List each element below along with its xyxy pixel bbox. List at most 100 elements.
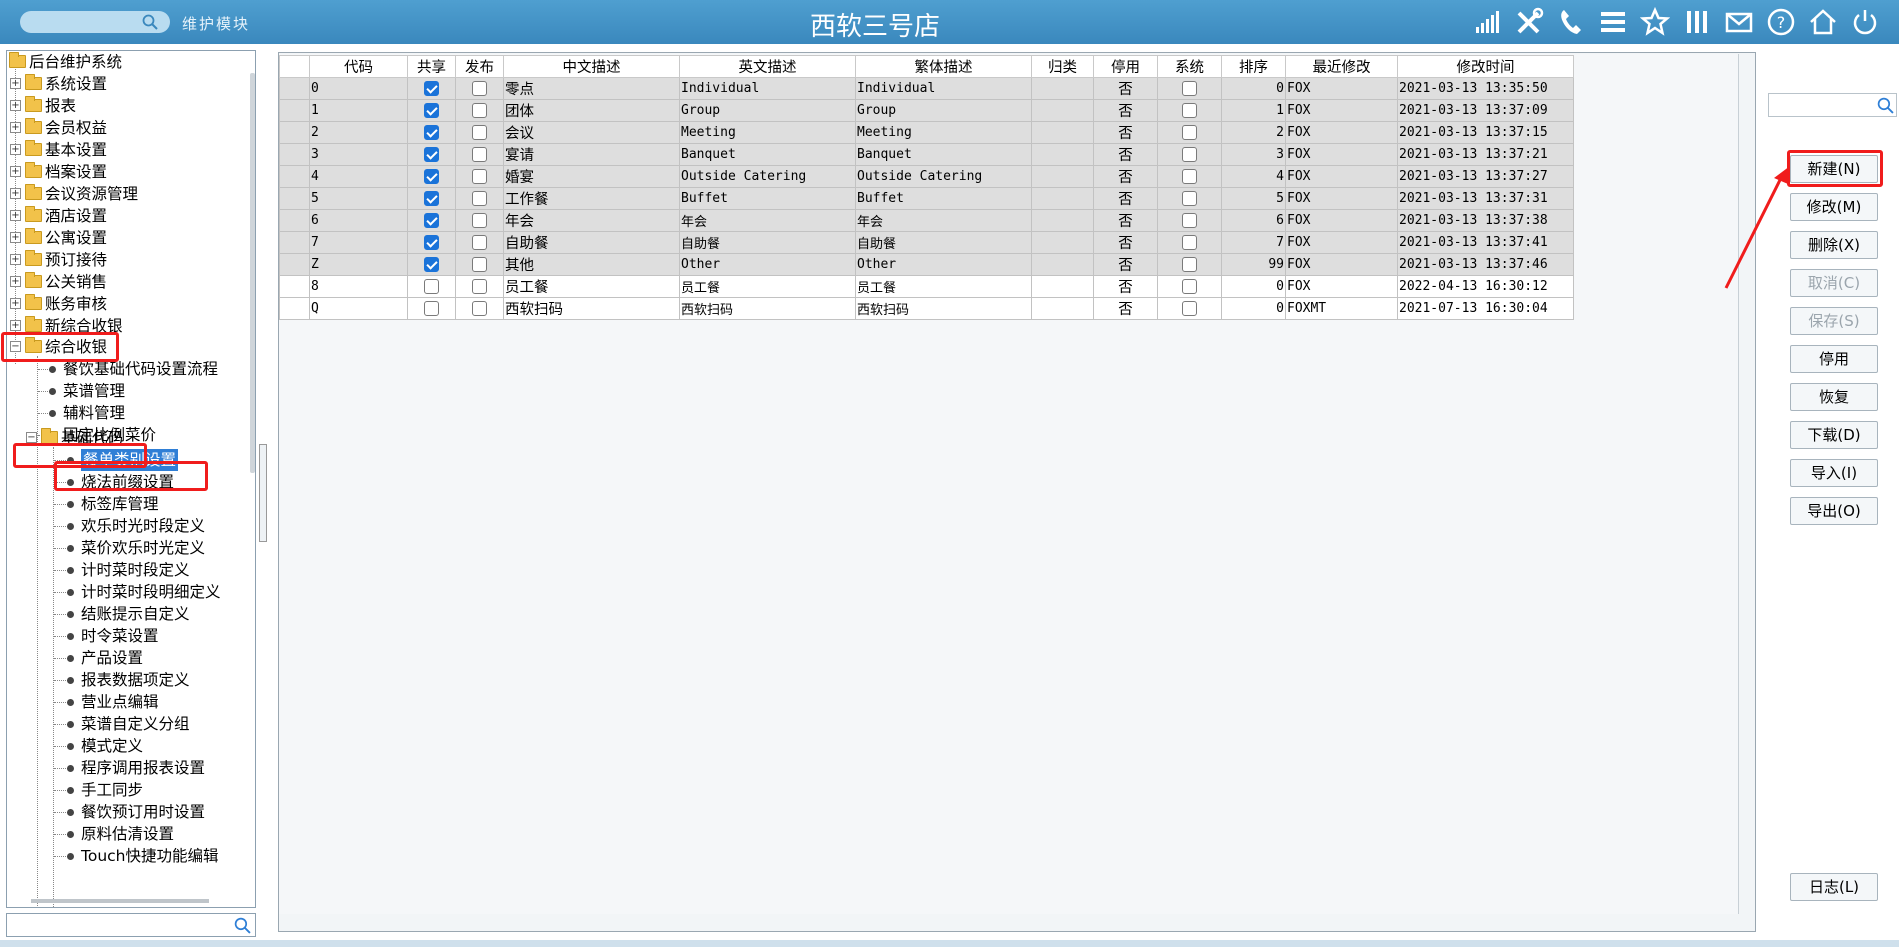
log-button[interactable]: 日志(L) [1790, 873, 1878, 901]
tree-item[interactable]: + 会员权益 [7, 117, 247, 139]
expand-icon[interactable]: + [10, 122, 21, 133]
table-row[interactable]: 6 年会 年会 年会否 6 FOX 2021-03-13 13:37:38 [279, 209, 1574, 232]
column-header[interactable]: 排序 [1221, 55, 1286, 78]
share-checkbox[interactable] [424, 81, 439, 96]
row-selector[interactable] [279, 143, 310, 166]
system-checkbox[interactable] [1182, 213, 1197, 228]
search-icon[interactable] [234, 917, 251, 934]
share-checkbox[interactable] [424, 191, 439, 206]
share-checkbox[interactable] [424, 103, 439, 118]
share-checkbox[interactable] [424, 125, 439, 140]
save-button[interactable]: 保存(S) [1790, 307, 1878, 335]
column-header[interactable]: 归类 [1031, 55, 1094, 78]
star-icon[interactable] [1637, 6, 1673, 38]
publish-checkbox[interactable] [472, 279, 487, 294]
table-row[interactable]: 4 婚宴 Outside Catering Outside Catering 否 4 FOX… [279, 165, 1574, 188]
restore-button[interactable]: 恢复 [1790, 383, 1878, 411]
table-row[interactable]: 0 零点 Individual Individual 否 0 FOX 2021-03-13 1… [279, 77, 1574, 100]
system-checkbox[interactable] [1182, 279, 1197, 294]
tree-vertical-scrollbar[interactable] [250, 73, 255, 473]
import-button[interactable]: 导入(I) [1790, 459, 1878, 487]
tree-leaf[interactable]: 标签库管理 [7, 493, 247, 515]
system-checkbox[interactable] [1182, 257, 1197, 272]
tree-leaf[interactable]: Touch快捷功能编辑 [7, 845, 247, 867]
column-header[interactable]: 英文描述 [679, 55, 856, 78]
edit-button[interactable]: 修改(M) [1790, 193, 1878, 221]
publish-checkbox[interactable] [472, 125, 487, 140]
tree-item[interactable]: + 公寓设置 [7, 227, 247, 249]
mail-icon[interactable] [1721, 6, 1757, 38]
tree-leaf[interactable]: 营业点编辑 [7, 691, 247, 713]
menu-icon[interactable] [1595, 6, 1631, 38]
table-row[interactable]: Q 西软扫码 西软扫码 西软扫码否 0 FOXMT 2021-07-13 16:30:04 [279, 297, 1574, 320]
tree-leaf[interactable]: 手工同步 [7, 779, 247, 801]
system-checkbox[interactable] [1182, 125, 1197, 140]
publish-checkbox[interactable] [472, 235, 487, 250]
table-row[interactable]: 7 自助餐 自助餐 自助餐否 7 FOX 2021-03-13 13:37:41 [279, 231, 1574, 254]
tree-leaf[interactable]: 报表数据项定义 [7, 669, 247, 691]
tree-item[interactable]: + 基本设置 [7, 139, 247, 161]
expand-icon[interactable]: + [10, 144, 21, 155]
publish-checkbox[interactable] [472, 301, 487, 316]
publish-checkbox[interactable] [472, 169, 487, 184]
tree-item[interactable]: + 预订接待 [7, 249, 247, 271]
tree-leaf[interactable]: 原料估清设置 [7, 823, 247, 845]
menu-category-table[interactable]: 代码 共享 发布 中文描述 英文描述 繁体描述 归类 停用 系统 排序 最近修改 修改时间 0 零点 In… [279, 55, 1574, 320]
expand-icon[interactable]: + [10, 232, 21, 243]
home-icon[interactable] [1805, 6, 1841, 38]
system-checkbox[interactable] [1182, 81, 1197, 96]
tree-item[interactable]: + 会议资源管理 [7, 183, 247, 205]
system-checkbox[interactable] [1182, 235, 1197, 250]
search-icon[interactable] [1877, 97, 1894, 114]
tree-item[interactable]: + 公关销售 [7, 271, 247, 293]
phone-icon[interactable] [1553, 6, 1589, 38]
expand-icon[interactable]: + [10, 254, 21, 265]
tree-leaf[interactable]: 欢乐时光时段定义 [7, 515, 247, 537]
column-header[interactable]: 繁体描述 [855, 55, 1032, 78]
publish-checkbox[interactable] [472, 147, 487, 162]
power-icon[interactable] [1847, 6, 1883, 38]
tree-item[interactable]: + 账务审核 [7, 293, 247, 315]
share-checkbox[interactable] [424, 235, 439, 250]
cancel-button[interactable]: 取消(C) [1790, 269, 1878, 297]
expand-icon[interactable]: + [10, 210, 21, 221]
table-row[interactable]: Z 其他 Other Other 否 99 FOX 2021-03-13 13:37:46 [279, 253, 1574, 276]
share-checkbox[interactable] [424, 147, 439, 162]
table-row[interactable]: 8 员工餐 员工餐 员工餐否 0 FOX 2022-04-13 16:30:12 [279, 275, 1574, 298]
tree-root[interactable]: 后台维护系统 [7, 51, 247, 73]
system-checkbox[interactable] [1182, 301, 1197, 316]
stop-button[interactable]: 停用 [1790, 345, 1878, 373]
column-header[interactable]: 系统 [1157, 55, 1222, 78]
publish-checkbox[interactable] [472, 81, 487, 96]
share-checkbox[interactable] [424, 279, 439, 294]
tree-leaf[interactable]: 计时菜时段定义 [7, 559, 247, 581]
column-header[interactable]: 共享 [407, 55, 456, 78]
tree-leaf[interactable]: 计时菜时段明细定义 [7, 581, 247, 603]
column-header[interactable]: 中文描述 [503, 55, 680, 78]
column-header[interactable]: 发布 [455, 55, 504, 78]
expand-icon[interactable]: + [10, 276, 21, 287]
tree-leaf[interactable]: 餐饮预订用时设置 [7, 801, 247, 823]
tree-leaf[interactable]: 程序调用报表设置 [7, 757, 247, 779]
expand-icon[interactable]: + [10, 100, 21, 111]
tree-search-input[interactable] [6, 913, 256, 937]
tree-leaf[interactable]: 菜谱自定义分组 [7, 713, 247, 735]
expand-icon[interactable]: + [10, 78, 21, 89]
column-header[interactable]: 最近修改 [1285, 55, 1398, 78]
tree-item[interactable]: + 系统设置 [7, 73, 247, 95]
table-row[interactable]: 5 工作餐 Buffet Buffet 否 5 FOX 2021-03-13 13:37:31 [279, 187, 1574, 210]
tree-leaf[interactable]: 产品设置 [7, 647, 247, 669]
row-selector[interactable] [279, 121, 310, 144]
tree-leaf[interactable]: 时令菜设置 [7, 625, 247, 647]
tree-item[interactable]: + 档案设置 [7, 161, 247, 183]
row-selector[interactable] [279, 209, 310, 232]
row-selector[interactable] [279, 165, 310, 188]
tree-item[interactable]: + 酒店设置 [7, 205, 247, 227]
tree-leaf[interactable]: 菜价欢乐时光定义 [7, 537, 247, 559]
publish-checkbox[interactable] [472, 103, 487, 118]
row-selector[interactable] [279, 275, 310, 298]
row-selector[interactable] [279, 77, 310, 100]
row-selector[interactable] [279, 99, 310, 122]
row-selector[interactable] [279, 253, 310, 276]
share-checkbox[interactable] [424, 213, 439, 228]
